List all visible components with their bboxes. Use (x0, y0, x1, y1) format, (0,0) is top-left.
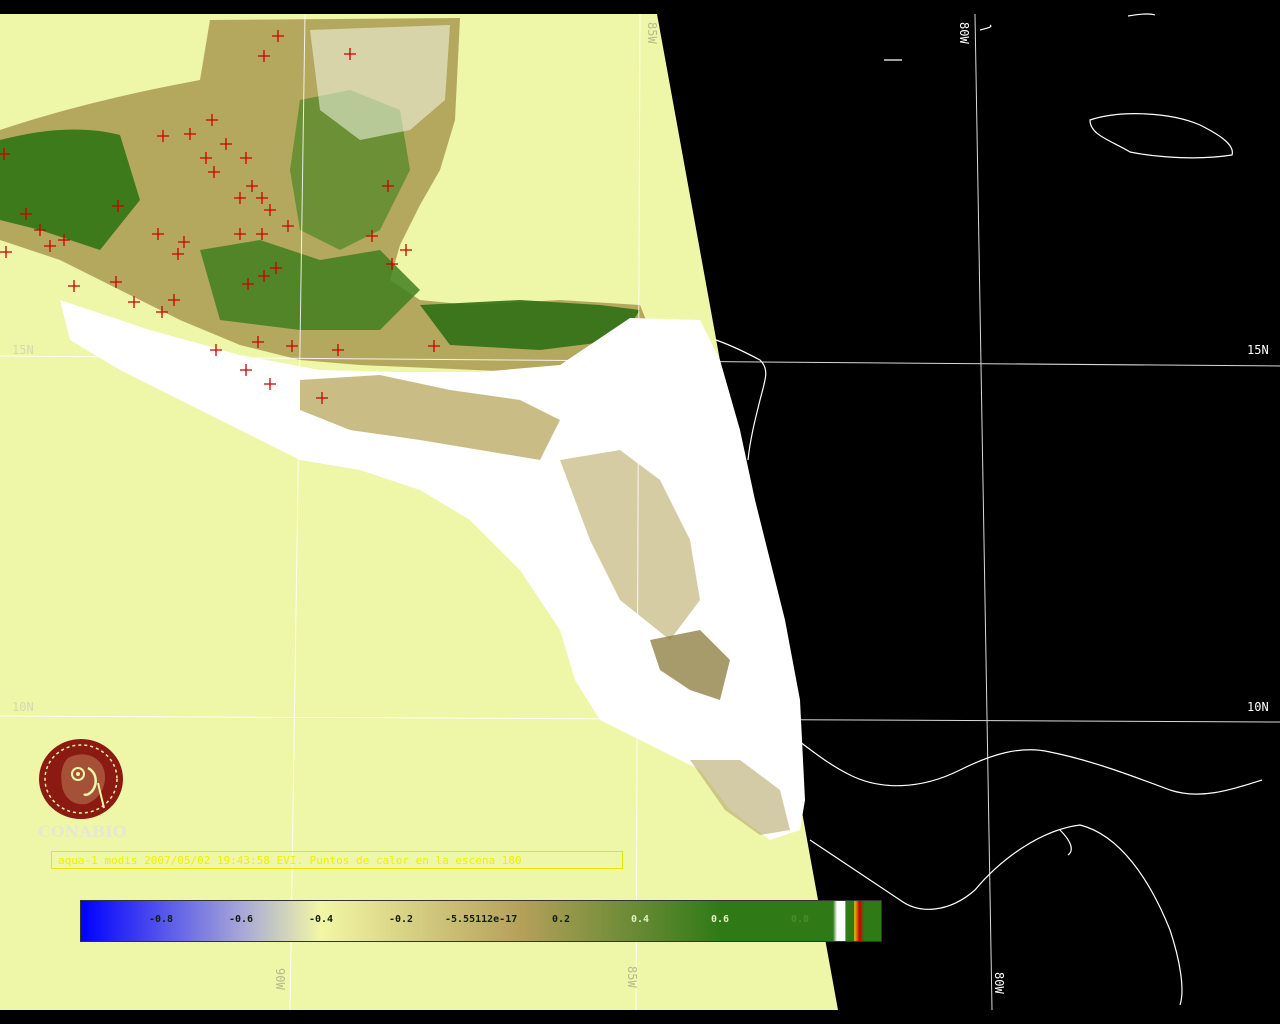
lat-label-15n-left: 15N (12, 343, 34, 357)
evi-colorbar: -0.8 -0.6 -0.4 -0.2 -5.55112e-17 0.2 0.4… (80, 900, 882, 942)
lon-label-80w-bottom: 80W (992, 972, 1006, 994)
satellite-map (0, 0, 1280, 1024)
colorbar-tick: 0.4 (631, 914, 650, 925)
lat-label-10n-right: 10N (1247, 700, 1269, 714)
colorbar-tick: -0.4 (309, 914, 334, 925)
lon-label-80w-top: 80W (957, 22, 971, 44)
lon-label-85w-bottom: 85W (625, 966, 639, 988)
bottom-strip (0, 1010, 838, 1024)
colorbar-tick: 0.2 (552, 914, 571, 925)
colorbar-tick: -0.6 (229, 914, 254, 925)
scene-caption: aqua-1 modis 2007/05/02 19:43:58 EVI. Pu… (51, 851, 623, 869)
colorbar-tick: -0.8 (149, 914, 174, 925)
conabio-logo-text: CONABIO (38, 822, 127, 841)
lon-label-90w-bottom: 90W (273, 968, 287, 990)
colorbar-tick: 0.6 (711, 914, 730, 925)
colorbar-tick: 0.8 (791, 914, 810, 925)
colorbar-tick: -5.55112e-17 (445, 914, 518, 925)
conabio-macaw-logo-icon (39, 739, 123, 819)
lat-label-15n-right: 15N (1247, 343, 1269, 357)
top-strip (0, 0, 1280, 14)
lat-label-10n-left: 10N (12, 700, 34, 714)
colorbar-tick: -0.2 (389, 914, 414, 925)
lon-label-85w-top: 85W (645, 22, 659, 44)
